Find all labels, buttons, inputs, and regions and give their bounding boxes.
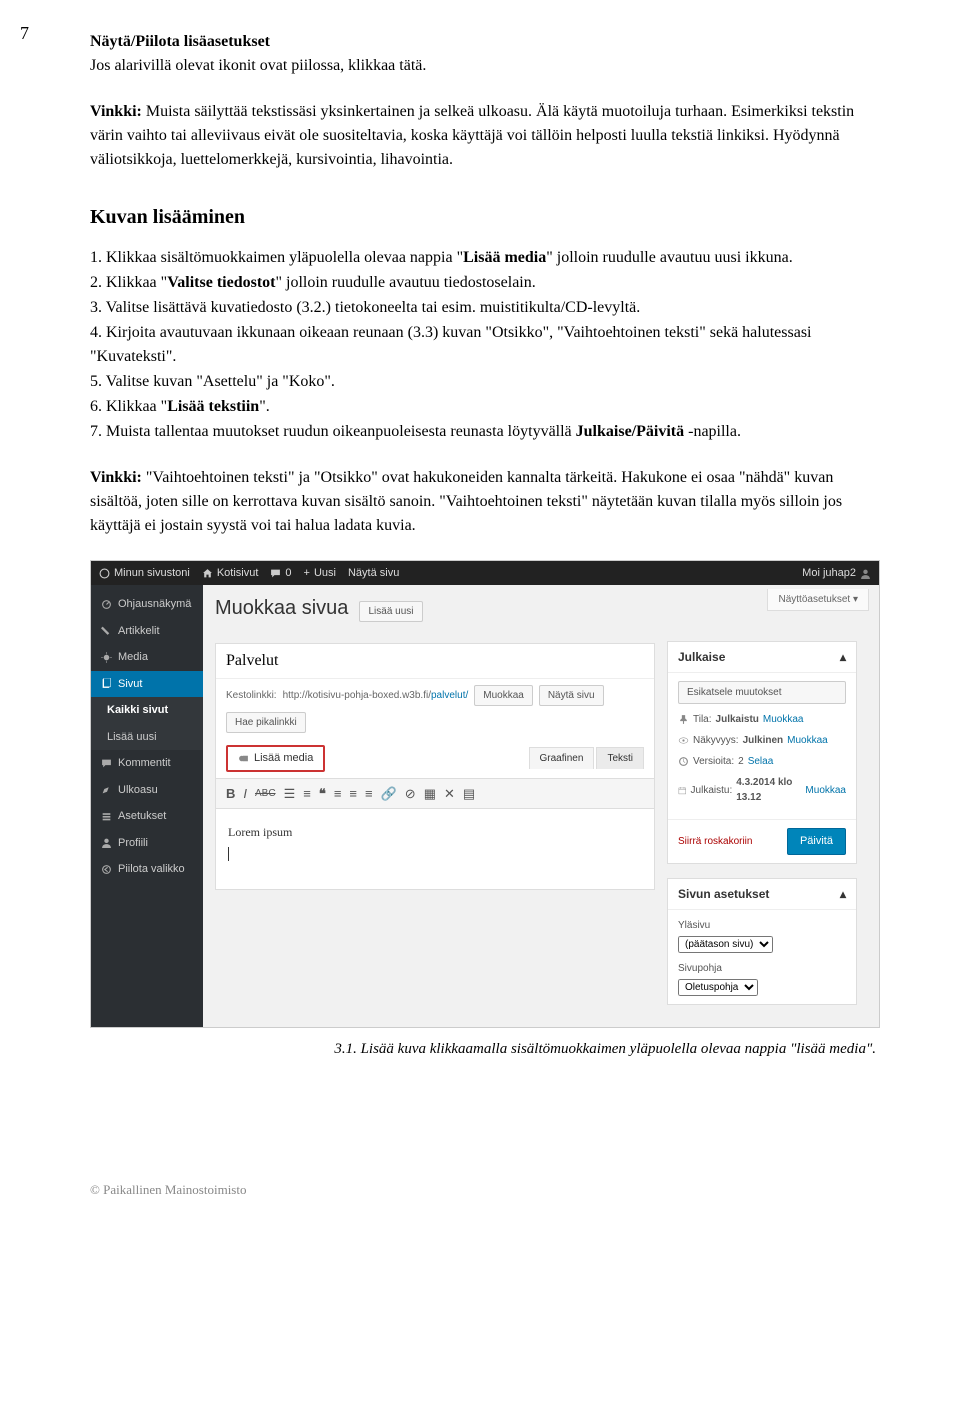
text-tab[interactable]: Teksti [596, 747, 644, 769]
ul-icon[interactable]: ☰ [284, 784, 296, 804]
template-label: Sivupohja [678, 961, 846, 976]
list-item: -napilla. [684, 423, 741, 440]
list-item: 7. Muista tallentaa muutokset ruudun oik… [90, 423, 576, 440]
list-item: " jolloin ruudulle avautuu tiedostoselai… [275, 274, 535, 291]
list-item-bold: Valitse tiedostot [167, 274, 275, 291]
add-new-button[interactable]: Lisää uusi [359, 601, 422, 622]
align-center-icon[interactable]: ≡ [349, 784, 357, 804]
permalink-slug[interactable]: palvelut/ [431, 690, 468, 701]
parent-select[interactable]: (päätason sivu) [678, 936, 773, 953]
body-text: "Vaihtoehtoinen teksti" ja "Otsikko" ova… [90, 469, 842, 534]
admin-topbar: Minun sivustoni Kotisivut 0 + Uusi Näytä… [91, 561, 879, 585]
panel-toggle-icon[interactable]: ▴ [840, 885, 846, 903]
edit-status-link[interactable]: Muokkaa [763, 712, 804, 727]
list-item: 2. Klikkaa " [90, 274, 167, 291]
body-text: Jos alarivillä olevat ikonit ovat piilos… [90, 57, 426, 74]
list-item: 3. Valitse lisättävä kuvatiedosto (3.2.)… [90, 296, 880, 320]
permalink-label: Kestolinkki: [226, 688, 277, 703]
list-item-bold: Lisää tekstiin [167, 398, 259, 415]
toggle-icon[interactable]: ▤ [463, 784, 475, 804]
mysite-menu[interactable]: Minun sivustoni [99, 565, 190, 582]
view-page-button[interactable]: Näytä sivu [539, 685, 604, 706]
more-icon[interactable]: ▦ [424, 784, 436, 804]
home-link[interactable]: Kotisivut [202, 565, 259, 582]
page-attributes-panel: Sivun asetukset ▴ Yläsivu (päätason sivu)… [667, 878, 857, 1005]
add-media-button[interactable]: Lisää media [226, 745, 325, 772]
title-input[interactable] [216, 644, 654, 679]
sidebar-item-media[interactable]: Media [91, 644, 203, 671]
pin-icon [678, 714, 689, 725]
edit-permalink-button[interactable]: Muokkaa [474, 685, 533, 706]
trash-link[interactable]: Siirrä roskakoriin [678, 834, 752, 849]
strike-icon[interactable]: ABC [255, 784, 276, 804]
sidebar-item-settings[interactable]: Asetukset [91, 803, 203, 830]
figure-caption: 3.1. Lisää kuva klikkaamalla sisältömuok… [90, 1038, 880, 1061]
link-icon[interactable]: 🔗 [381, 784, 397, 804]
editor-main: Näyttöasetukset ▾ Muokkaa sivua Lisää uu… [203, 585, 879, 1027]
view-page-link[interactable]: Näytä sivu [348, 565, 399, 582]
shortlink-button[interactable]: Hae pikalinkki [226, 712, 306, 733]
greeting[interactable]: Moi juhap2 [802, 565, 871, 582]
italic-icon[interactable]: I [243, 784, 247, 804]
sidebar-item-dashboard[interactable]: Ohjausnäkymä [91, 591, 203, 618]
sidebar-collapse[interactable]: Piilota valikko [91, 856, 203, 883]
section-heading: Näytä/Piilota lisäasetukset [90, 33, 270, 50]
fullscreen-icon[interactable]: ✕ [444, 784, 455, 804]
sidebar-item-comments[interactable]: Kommentit [91, 750, 203, 777]
unlink-icon[interactable]: ⊘ [405, 784, 416, 804]
list-item-bold: Julkaise/Päivitä [576, 423, 684, 440]
permalink-base: http://kotisivu-pohja-boxed.w3b.fi/ [283, 690, 431, 701]
eye-icon [678, 735, 689, 746]
tip-label: Vinkki: [90, 469, 142, 486]
list-item-bold: Lisää media [463, 249, 546, 266]
panel-title: Julkaise [678, 648, 725, 666]
parent-label: Yläsivu [678, 918, 846, 933]
align-right-icon[interactable]: ≡ [365, 784, 373, 804]
sidebar-item-pages[interactable]: Sivut [91, 671, 203, 698]
content-editor[interactable]: Lorem ipsum [216, 809, 654, 889]
section-heading: Kuvan lisääminen [90, 202, 880, 232]
editor-toolbar: B I ABC ☰ ≡ ❝ ≡ ≡ ≡ 🔗 ⊘ ▦ ✕ [216, 778, 654, 810]
page-number: 7 [20, 20, 29, 47]
sidebar-item-profile[interactable]: Profiili [91, 830, 203, 857]
panel-title: Sivun asetukset [678, 885, 769, 903]
quote-icon[interactable]: ❝ [319, 784, 326, 804]
list-item: 6. Klikkaa " [90, 398, 167, 415]
browse-revisions-link[interactable]: Selaa [748, 754, 774, 769]
edit-date-link[interactable]: Muokkaa [805, 783, 846, 798]
publish-panel: Julkaise▴ Esikatsele muutokset Tila: Jul… [667, 641, 857, 864]
sidebar-item-appearance[interactable]: Ulkoasu [91, 777, 203, 804]
body-text: Muista säilyttää tekstissäsi yksinkertai… [90, 103, 854, 168]
list-item: 4. Kirjoita avautuvaan ikkunaan oikeaan … [90, 321, 880, 369]
list-item: " jolloin ruudulle avautuu uusi ikkuna. [546, 249, 793, 266]
edit-visibility-link[interactable]: Muokkaa [787, 733, 828, 748]
list-item: 5. Valitse kuvan "Asettelu" ja "Koko". [90, 370, 880, 394]
panel-toggle-icon[interactable]: ▴ [840, 648, 846, 666]
page-title: Muokkaa sivua [215, 593, 348, 623]
align-left-icon[interactable]: ≡ [334, 784, 342, 804]
new-button[interactable]: + Uusi [304, 565, 336, 582]
bold-icon[interactable]: B [226, 784, 235, 804]
tip-label: Vinkki: [90, 103, 142, 120]
update-button[interactable]: Päivitä [787, 828, 846, 855]
sidebar-sub-all-pages[interactable]: Kaikki sivut [91, 697, 203, 724]
comments-link[interactable]: 0 [270, 565, 291, 582]
screen-options-button[interactable]: Näyttöasetukset ▾ [767, 589, 869, 611]
list-item: 1. Klikkaa sisältömuokkaimen yläpuolella… [90, 249, 463, 266]
preview-button[interactable]: Esikatsele muutokset [678, 681, 846, 704]
sidebar-item-posts[interactable]: Artikkelit [91, 618, 203, 645]
admin-sidebar: Ohjausnäkymä Artikkelit Media Sivut Kaik… [91, 585, 203, 1027]
sidebar-sub-add-new[interactable]: Lisää uusi [91, 724, 203, 751]
wordpress-screenshot: Minun sivustoni Kotisivut 0 + Uusi Näytä… [90, 560, 880, 1028]
visual-tab[interactable]: Graafinen [529, 747, 595, 769]
revisions-icon [678, 756, 689, 767]
calendar-icon [678, 785, 687, 796]
ol-icon[interactable]: ≡ [303, 784, 311, 804]
list-item: ". [259, 398, 270, 415]
template-select[interactable]: Oletuspohja [678, 979, 758, 996]
page-footer: © Paikallinen Mainostoimisto [90, 1180, 880, 1200]
